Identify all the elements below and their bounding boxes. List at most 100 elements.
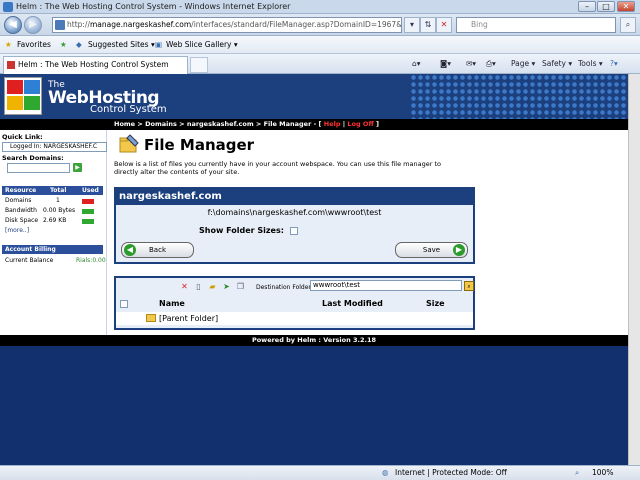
show-folder-sizes-checkbox[interactable] xyxy=(290,227,298,235)
page-title: File Manager xyxy=(144,136,255,154)
destination-folder-label: Destination Folder: xyxy=(256,284,313,291)
search-go-button[interactable]: ▶ xyxy=(73,163,82,172)
more-link[interactable]: [more..] xyxy=(5,227,29,234)
suggested-sites-icon: ◆ xyxy=(76,40,82,49)
file-list-panel: ✕ ▯ ▰ ➤ ❐ Destination Folder: wwwroot\te… xyxy=(114,276,475,330)
window-title: Helm : The Web Hosting Control System - … xyxy=(16,2,291,11)
help-menu-icon[interactable]: ?▾ xyxy=(610,54,618,74)
table-row[interactable]: [Parent Folder] xyxy=(116,312,473,325)
vertical-scrollbar[interactable] xyxy=(628,74,640,465)
logoff-link[interactable]: Log Off xyxy=(347,120,373,128)
current-path: f:\domains\nargeskashef.com\wwwroot\test xyxy=(207,208,382,217)
column-size[interactable]: Size xyxy=(426,299,445,308)
address-dropdown-icon[interactable]: ▾ xyxy=(404,17,420,33)
resource-usage-bar xyxy=(82,219,94,224)
minimize-button[interactable]: – xyxy=(578,1,596,12)
zone-status[interactable]: Internet | Protected Mode: Off xyxy=(395,466,507,480)
web-slice-icon: ▣ xyxy=(155,40,163,49)
home-icon[interactable]: ⌂▾ xyxy=(412,54,421,74)
new-folder-icon[interactable]: ▰ xyxy=(208,282,217,291)
mail-icon[interactable]: ✉▾ xyxy=(466,54,476,74)
parent-folder-link[interactable]: [Parent Folder] xyxy=(159,314,218,323)
delete-icon[interactable]: ✕ xyxy=(180,282,189,291)
search-domains-label: Search Domains: xyxy=(2,154,64,162)
status-bar: ◍ Internet | Protected Mode: Off ⌕ 100% xyxy=(0,465,640,480)
breadcrumb-domain[interactable]: nargeskashef.com xyxy=(187,120,254,128)
current-balance-label: Current Balance xyxy=(5,257,54,264)
move-icon[interactable]: ➤ xyxy=(222,282,231,291)
resource-total: 0.00 Bytes xyxy=(43,207,76,214)
quick-link-label: Quick Link: xyxy=(2,133,43,141)
zoom-icon: ⌕ xyxy=(575,468,580,477)
column-last-modified[interactable]: Last Modified xyxy=(322,299,383,308)
save-arrow-icon: ▶ xyxy=(453,244,465,256)
browse-folder-icon[interactable]: ⌕ xyxy=(464,281,474,291)
search-input[interactable]: Bing xyxy=(456,17,616,33)
destination-folder-input[interactable]: wwwroot\test xyxy=(310,280,462,291)
address-bar[interactable]: http://manage.nargeskashef.com/interface… xyxy=(52,17,402,33)
current-balance-value: Rials:0.00 xyxy=(76,257,106,264)
tab-helm[interactable]: Helm : The Web Hosting Control System xyxy=(3,56,188,74)
zoom-level[interactable]: 100% xyxy=(592,466,613,480)
new-tab-button[interactable] xyxy=(190,57,208,73)
resource-total: 2.69 KB xyxy=(43,217,67,224)
maximize-button[interactable]: □ xyxy=(597,1,615,12)
address-toolbar: ◀ ▶ http://manage.nargeskashef.com/inter… xyxy=(0,14,640,36)
favorites-star-icon: ★ xyxy=(5,40,12,49)
page-menu[interactable]: Page ▾ xyxy=(511,54,535,74)
window-title-bar: Helm : The Web Hosting Control System - … xyxy=(0,0,640,14)
breadcrumb-domains[interactable]: Domains xyxy=(145,120,177,128)
favorites-button[interactable]: Favorites xyxy=(17,36,51,54)
quick-link-select[interactable]: Logged In: NARGESKASHEF.C xyxy=(2,142,107,152)
path-panel: nargeskashef.com f:\domains\nargeskashef… xyxy=(114,187,475,264)
folder-icon xyxy=(119,134,139,153)
add-favorites-icon[interactable]: ★ xyxy=(60,36,67,54)
help-link[interactable]: Help xyxy=(324,120,341,128)
page-favicon-icon xyxy=(55,20,65,30)
helm-banner: The WebHosting Control System xyxy=(0,74,628,119)
ie-app-icon xyxy=(3,2,13,12)
brand-control-system: Control System xyxy=(90,104,167,115)
internet-zone-icon: ◍ xyxy=(382,468,389,477)
compatibility-view-icon[interactable]: ⇅ xyxy=(420,17,436,33)
safety-menu[interactable]: Safety ▾ xyxy=(542,54,572,74)
stop-icon[interactable]: ✕ xyxy=(436,17,452,33)
powered-by-footer: Powered by Helm : Version 3.2.18 xyxy=(0,335,628,346)
breadcrumb: Home > Domains > nargeskashef.com > File… xyxy=(114,120,379,128)
banner-dot-pattern xyxy=(410,74,628,119)
back-nav-button[interactable]: ◀ xyxy=(4,16,22,34)
parent-folder-icon xyxy=(146,314,156,322)
new-file-icon[interactable]: ▯ xyxy=(194,282,203,291)
search-go-icon[interactable]: ⌕ xyxy=(620,17,636,33)
helm-logo xyxy=(4,77,42,115)
print-icon[interactable]: ⎙▾ xyxy=(486,54,496,74)
tools-menu[interactable]: Tools ▾ xyxy=(578,54,603,74)
resource-total: 1 xyxy=(56,197,60,204)
back-arrow-icon: ◀ xyxy=(124,244,136,256)
feeds-icon[interactable]: ◙▾ xyxy=(440,54,451,74)
show-folder-sizes-label: Show Folder Sizes: xyxy=(199,226,284,235)
web-slice-gallery-link[interactable]: Web Slice Gallery ▾ xyxy=(166,36,238,54)
favorites-bar: ★ Favorites ★ ◆ Suggested Sites ▾ ▣ Web … xyxy=(0,36,640,54)
resource-usage-bar xyxy=(82,209,94,214)
copy-icon[interactable]: ❐ xyxy=(236,282,245,291)
sidebar: Quick Link: Logged In: NARGESKASHEF.C Se… xyxy=(0,130,107,335)
close-window-button[interactable]: ✕ xyxy=(617,1,635,12)
breadcrumb-current: File Manager xyxy=(263,120,312,128)
panel-domain-title: nargeskashef.com xyxy=(116,189,473,205)
save-button[interactable]: Save ▶ xyxy=(395,242,468,258)
page-description: Below is a list of files you currently h… xyxy=(114,160,441,176)
back-button[interactable]: ◀ Back xyxy=(121,242,194,258)
suggested-sites-link[interactable]: Suggested Sites ▾ xyxy=(88,36,155,54)
search-domains-input[interactable] xyxy=(7,163,70,173)
tab-bar: Helm : The Web Hosting Control System ⌂▾… xyxy=(0,54,640,74)
resource-name: Domains xyxy=(5,197,32,204)
select-all-checkbox[interactable] xyxy=(120,300,128,308)
breadcrumb-bar: Home > Domains > nargeskashef.com > File… xyxy=(0,119,628,130)
resource-usage-bar xyxy=(82,199,94,204)
column-name[interactable]: Name xyxy=(159,299,185,308)
breadcrumb-home[interactable]: Home xyxy=(114,120,135,128)
resource-name: Bandwidth xyxy=(5,207,37,214)
forward-nav-button[interactable]: ▶ xyxy=(24,16,42,34)
resource-name: Disk Space xyxy=(5,217,39,224)
